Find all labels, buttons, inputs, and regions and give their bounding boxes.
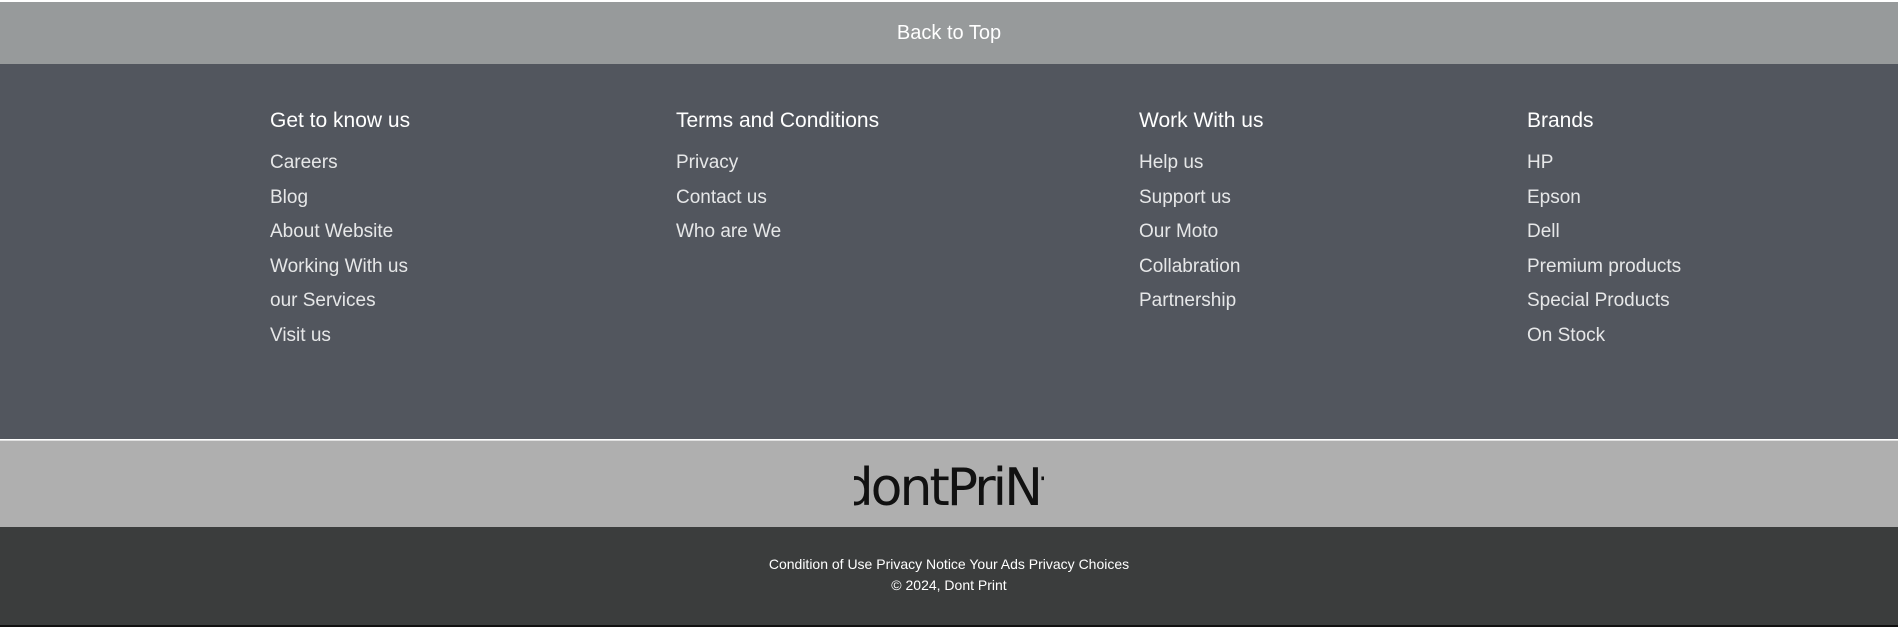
footer-column-get-to-know-us: Get to know us Careers Blog About Websit… xyxy=(270,108,410,354)
footer-link-on-stock[interactable]: On Stock xyxy=(1527,319,1681,354)
footer-link-partnership[interactable]: Partnership xyxy=(1139,284,1263,319)
logo-band: dontPriNt xyxy=(0,440,1898,528)
footer-link-about-website[interactable]: About Website xyxy=(270,215,410,250)
footer-link-who-are-we[interactable]: Who are We xyxy=(676,215,879,250)
privacy-notice-link[interactable]: Privacy Notice xyxy=(876,556,965,572)
footer-column-brands: Brands HP Epson Dell Premium products Sp… xyxy=(1527,108,1681,354)
your-ads-privacy-choices-link[interactable]: Your Ads Privacy Choices xyxy=(969,556,1129,572)
column-heading: Brands xyxy=(1527,109,1594,132)
footer-column-work-with-us: Work With us Help us Support us Our Moto… xyxy=(1139,108,1263,319)
dontprint-logo[interactable]: dontPriNt xyxy=(854,455,1044,515)
footer-column-terms: Terms and Conditions Privacy Contact us … xyxy=(676,108,879,250)
footer-link-our-moto[interactable]: Our Moto xyxy=(1139,215,1263,250)
footer-link-help-us[interactable]: Help us xyxy=(1139,146,1263,181)
condition-of-use-link[interactable]: Condition of Use xyxy=(769,556,873,572)
column-heading: Work With us xyxy=(1139,109,1264,132)
footer-link-visit-us[interactable]: Visit us xyxy=(270,319,410,354)
footer-link-epson[interactable]: Epson xyxy=(1527,181,1681,216)
footer-links-section: Get to know us Careers Blog About Websit… xyxy=(0,64,1898,439)
back-to-top-label: Back to Top xyxy=(896,21,1002,44)
footer-link-our-services[interactable]: our Services xyxy=(270,284,410,319)
footer-link-dell[interactable]: Dell xyxy=(1527,215,1681,250)
column-heading: Get to know us xyxy=(270,109,411,132)
bottom-bar: Condition of Use Privacy Notice Your Ads… xyxy=(0,527,1898,625)
footer-link-privacy[interactable]: Privacy xyxy=(676,146,879,181)
footer-link-contact-us[interactable]: Contact us xyxy=(676,181,879,216)
column-heading: Terms and Conditions xyxy=(676,109,880,132)
back-to-top-button[interactable]: Back to Top xyxy=(0,2,1898,64)
bottom-links: Condition of Use Privacy Notice Your Ads… xyxy=(0,555,1898,573)
logo-text: dontPriNt xyxy=(854,458,1044,515)
footer-link-premium-products[interactable]: Premium products xyxy=(1527,250,1681,285)
footer-link-blog[interactable]: Blog xyxy=(270,181,410,216)
footer-link-collabration[interactable]: Collabration xyxy=(1139,250,1263,285)
footer-link-special-products[interactable]: Special Products xyxy=(1527,284,1681,319)
footer-link-careers[interactable]: Careers xyxy=(270,146,410,181)
footer-link-support-us[interactable]: Support us xyxy=(1139,181,1263,216)
footer-link-hp[interactable]: HP xyxy=(1527,146,1681,181)
copyright-text: © 2024, Dont Print xyxy=(891,577,1007,593)
footer-link-working-with-us[interactable]: Working With us xyxy=(270,250,410,285)
